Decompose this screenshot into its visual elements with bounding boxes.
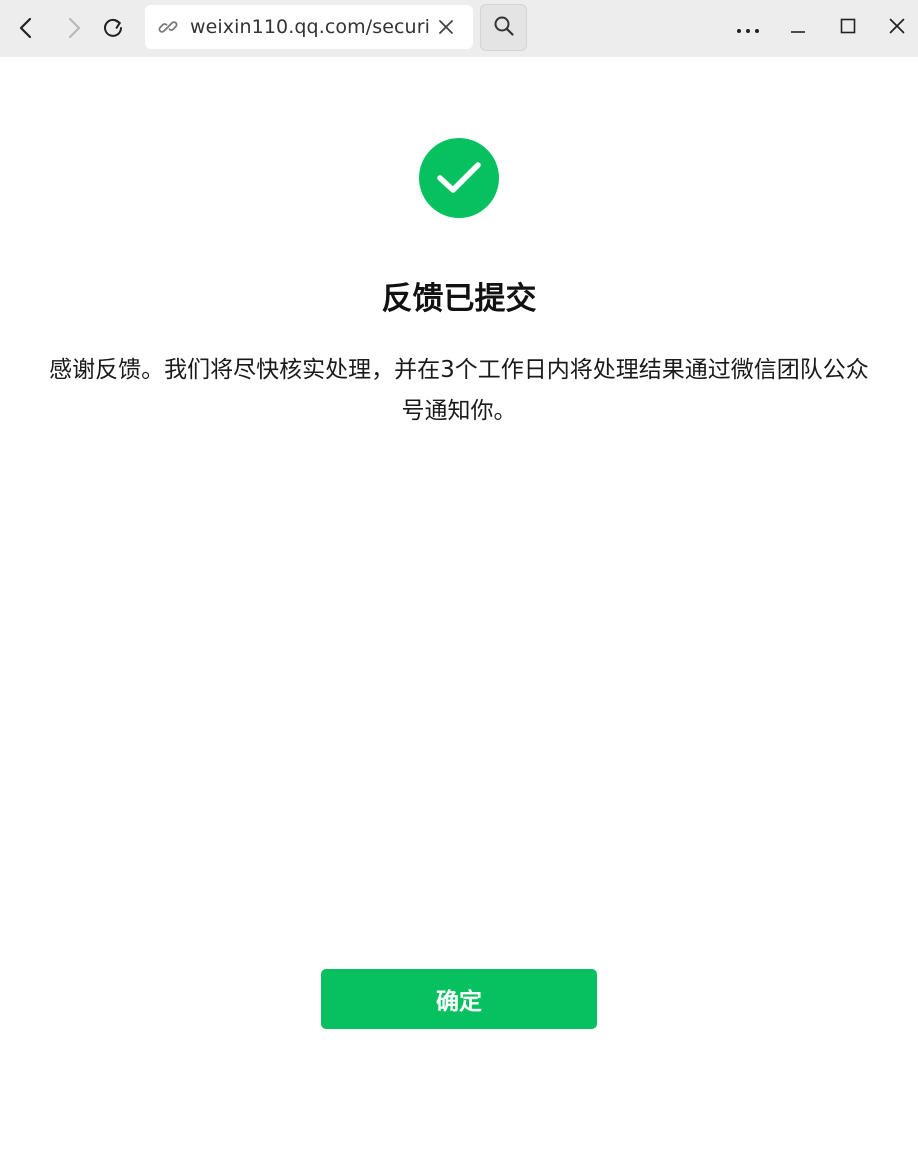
- close-icon: [439, 20, 453, 34]
- minimize-icon: [790, 19, 806, 38]
- page-title: 反馈已提交: [381, 281, 537, 317]
- maximize-button[interactable]: [828, 9, 868, 47]
- browser-toolbar: weixin110.qq.com/security/: [0, 0, 918, 57]
- minimize-button[interactable]: [778, 9, 818, 47]
- clear-url-button[interactable]: [437, 18, 455, 36]
- forward-button[interactable]: [56, 9, 92, 47]
- maximize-icon: [840, 18, 856, 38]
- search-button[interactable]: [480, 4, 527, 51]
- search-icon: [493, 15, 515, 41]
- check-circle-icon: [419, 138, 499, 218]
- close-icon: [889, 18, 905, 38]
- more-icon: [736, 19, 760, 38]
- back-button[interactable]: [8, 9, 44, 47]
- chevron-right-icon: [66, 17, 82, 39]
- confirmation-message: 感谢反馈。我们将尽快核实处理，并在3个工作日内将处理结果通过微信团队公众号通知你…: [49, 357, 869, 424]
- confirm-button[interactable]: 确定: [321, 969, 597, 1029]
- link-icon: [158, 18, 178, 36]
- more-menu-button[interactable]: [728, 9, 768, 47]
- address-bar[interactable]: weixin110.qq.com/security/: [145, 5, 473, 49]
- close-window-button[interactable]: [877, 9, 917, 47]
- chevron-left-icon: [18, 17, 34, 39]
- reload-icon: [102, 17, 124, 39]
- url-field[interactable]: weixin110.qq.com/security/: [190, 5, 430, 49]
- reload-button[interactable]: [95, 9, 131, 47]
